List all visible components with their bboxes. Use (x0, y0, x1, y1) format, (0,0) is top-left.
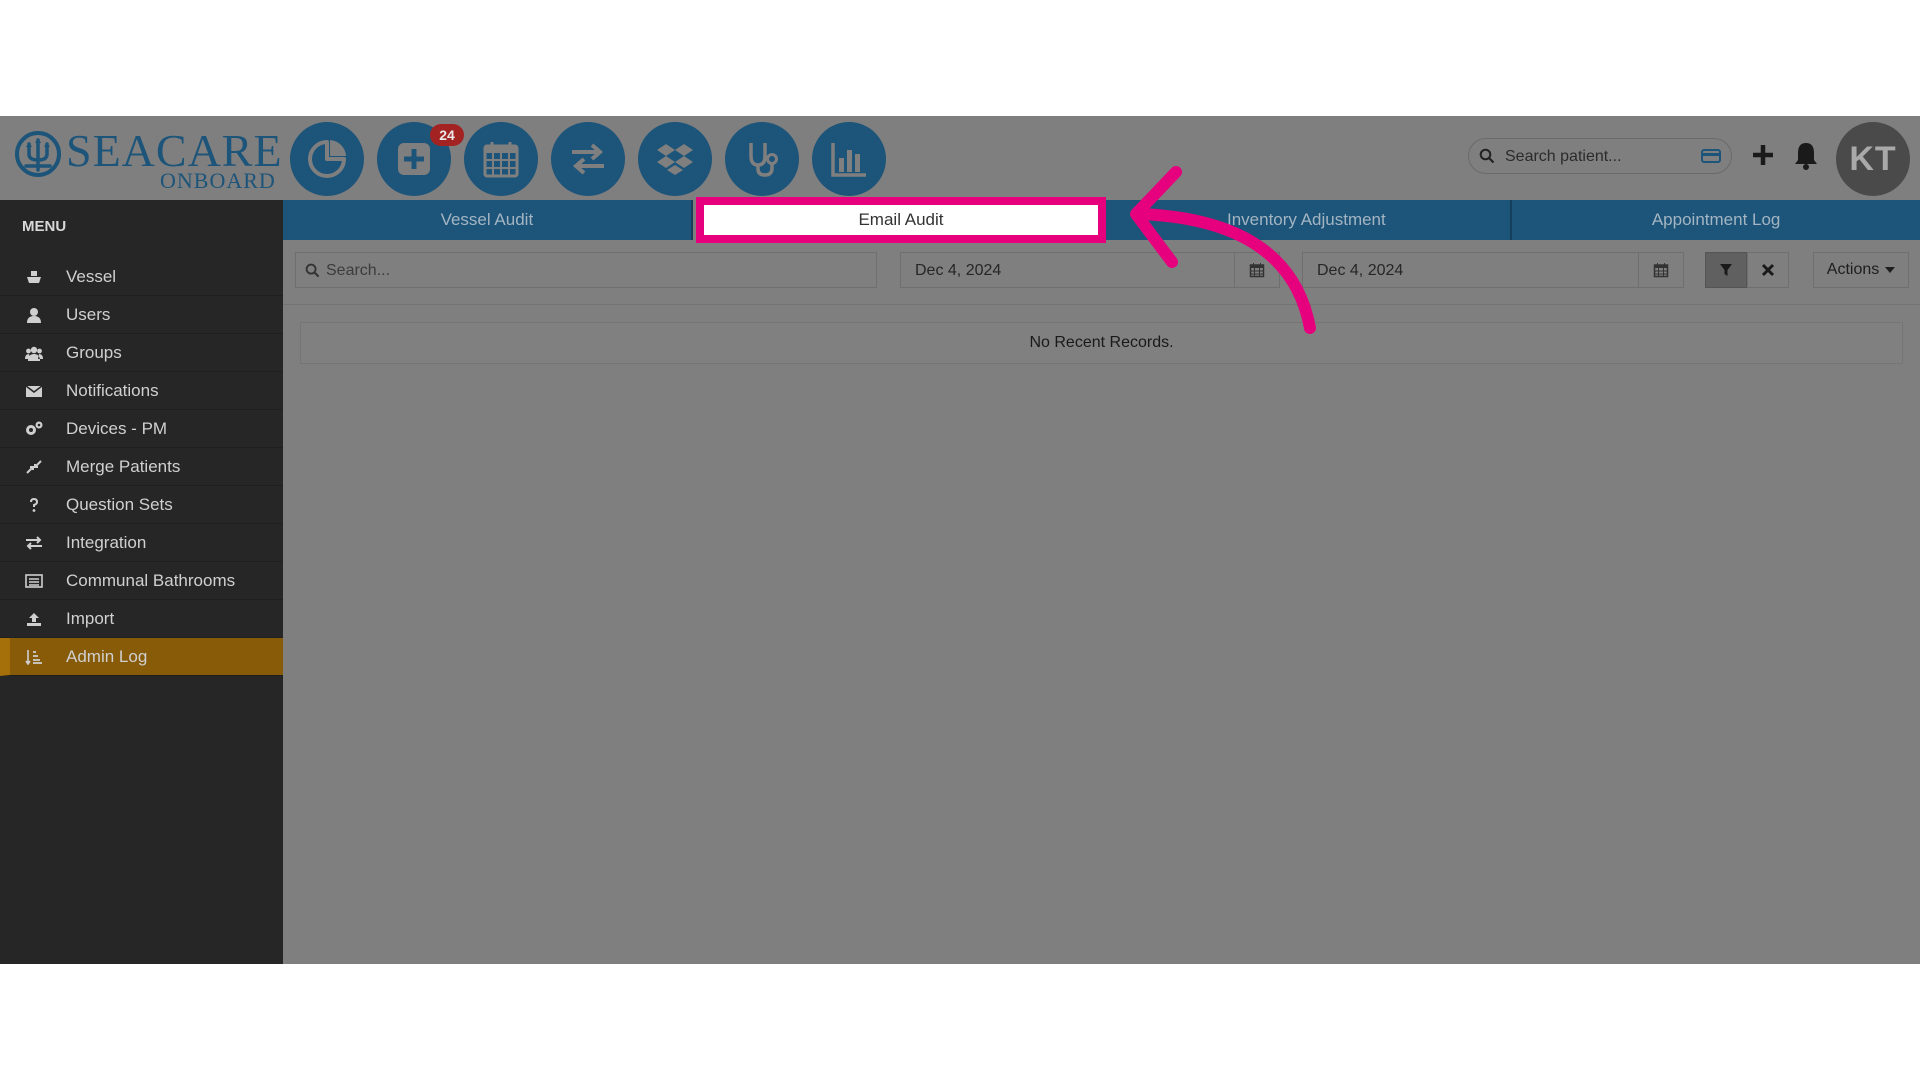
stethoscope-button[interactable] (725, 122, 799, 196)
sidebar-item-groups[interactable]: Groups (0, 334, 283, 372)
sidebar-item-admin-log[interactable]: Admin Log (0, 638, 283, 676)
date-to-input[interactable] (1315, 258, 1619, 284)
dashboard-pie-icon (308, 140, 346, 178)
records-empty-state: No Recent Records. (300, 322, 1903, 364)
sidebar-item-merge-patients[interactable]: Merge Patients (0, 448, 283, 486)
transfer-button[interactable] (551, 122, 625, 196)
sidebar-item-label: Integration (66, 532, 147, 552)
patient-search-input[interactable] (1503, 143, 1697, 171)
reports-button[interactable] (812, 122, 886, 196)
date-to-calendar-button[interactable] (1638, 253, 1683, 287)
app-window: SEACARE ONBOARD 24 Search patient... KT … (0, 116, 1920, 964)
calendar-button[interactable] (464, 122, 538, 196)
sidebar: MENU Vessel Users Groups Notifications D… (0, 200, 283, 964)
envelope-icon (24, 382, 44, 400)
sidebar-item-vessel[interactable]: Vessel (0, 258, 283, 296)
seacare-logo[interactable]: SEACARE ONBOARD (14, 124, 282, 193)
card-scan-icon[interactable] (1701, 149, 1721, 163)
sidebar-item-integration[interactable]: Integration (0, 524, 283, 562)
top-header: SEACARE ONBOARD 24 Search patient... KT (0, 116, 1920, 200)
patient-search-box[interactable] (1468, 138, 1732, 174)
actions-dropdown[interactable]: Actions (1813, 252, 1909, 288)
trident-emblem-icon (15, 131, 61, 177)
list-icon (24, 572, 44, 590)
annotation-arrow-icon (1130, 166, 1316, 334)
user-icon (24, 306, 44, 324)
merge-icon (24, 458, 44, 476)
record-search-box[interactable] (295, 252, 877, 288)
sidebar-item-import[interactable]: Import (0, 600, 283, 638)
close-icon (1761, 263, 1775, 277)
question-icon (24, 496, 44, 514)
sidebar-menu: Vessel Users Groups Notifications Device… (0, 258, 283, 676)
user-avatar[interactable]: KT (1836, 122, 1910, 196)
notification-badge: 24 (430, 124, 464, 146)
sidebar-item-communal-bathrooms[interactable]: Communal Bathrooms (0, 562, 283, 600)
menu-title: MENU (22, 218, 67, 235)
stethoscope-icon (749, 143, 778, 177)
sidebar-item-label: Groups (66, 342, 122, 362)
add-patient-icon (398, 143, 430, 175)
caret-down-icon (1885, 267, 1896, 273)
sort-log-icon (24, 648, 44, 666)
tab-appointment-log[interactable]: Appointment Log (1512, 200, 1920, 240)
calendar-icon (1653, 263, 1669, 278)
sidebar-item-label: Merge Patients (66, 456, 181, 476)
logo-subtext: ONBOARD (160, 168, 276, 193)
sidebar-item-label: Communal Bathrooms (66, 570, 236, 590)
dropbox-button[interactable] (638, 122, 712, 196)
transfer-icon (572, 143, 604, 175)
reports-chart-icon (831, 143, 866, 177)
sidebar-item-devices-pm[interactable]: Devices - PM (0, 410, 283, 448)
sidebar-item-label: Vessel (66, 266, 117, 286)
dropbox-icon (657, 144, 693, 175)
sidebar-item-label: Notifications (66, 380, 159, 400)
exchange-icon (24, 534, 44, 552)
ship-icon (24, 268, 44, 286)
sidebar-item-users[interactable]: Users (0, 296, 283, 334)
record-search-input[interactable] (324, 258, 868, 284)
actions-label: Actions (1826, 261, 1880, 278)
sidebar-item-question-sets[interactable]: Question Sets (0, 486, 283, 524)
sidebar-item-label: Admin Log (66, 646, 148, 666)
funnel-icon (1720, 264, 1732, 276)
group-icon (24, 344, 44, 362)
clear-filter-button[interactable] (1747, 252, 1789, 288)
sidebar-item-label: Import (66, 608, 115, 628)
apply-filter-button[interactable] (1705, 252, 1747, 288)
add-icon[interactable] (1750, 142, 1776, 168)
search-icon (1479, 148, 1495, 164)
search-icon (305, 263, 320, 278)
sidebar-item-notifications[interactable]: Notifications (0, 372, 283, 410)
upload-icon (24, 610, 44, 628)
sidebar-item-label: Users (66, 304, 111, 324)
highlighted-tab-email-audit[interactable]: Email Audit (696, 197, 1106, 243)
tab-vessel-audit[interactable]: Vessel Audit (283, 200, 693, 240)
sidebar-item-label: Devices - PM (66, 418, 168, 438)
bell-icon[interactable] (1792, 140, 1820, 170)
sidebar-item-label: Question Sets (66, 494, 173, 514)
filter-bar: Actions (283, 240, 1920, 305)
gears-icon (24, 420, 44, 438)
calendar-icon (483, 142, 519, 178)
dashboard-button[interactable] (290, 122, 364, 196)
